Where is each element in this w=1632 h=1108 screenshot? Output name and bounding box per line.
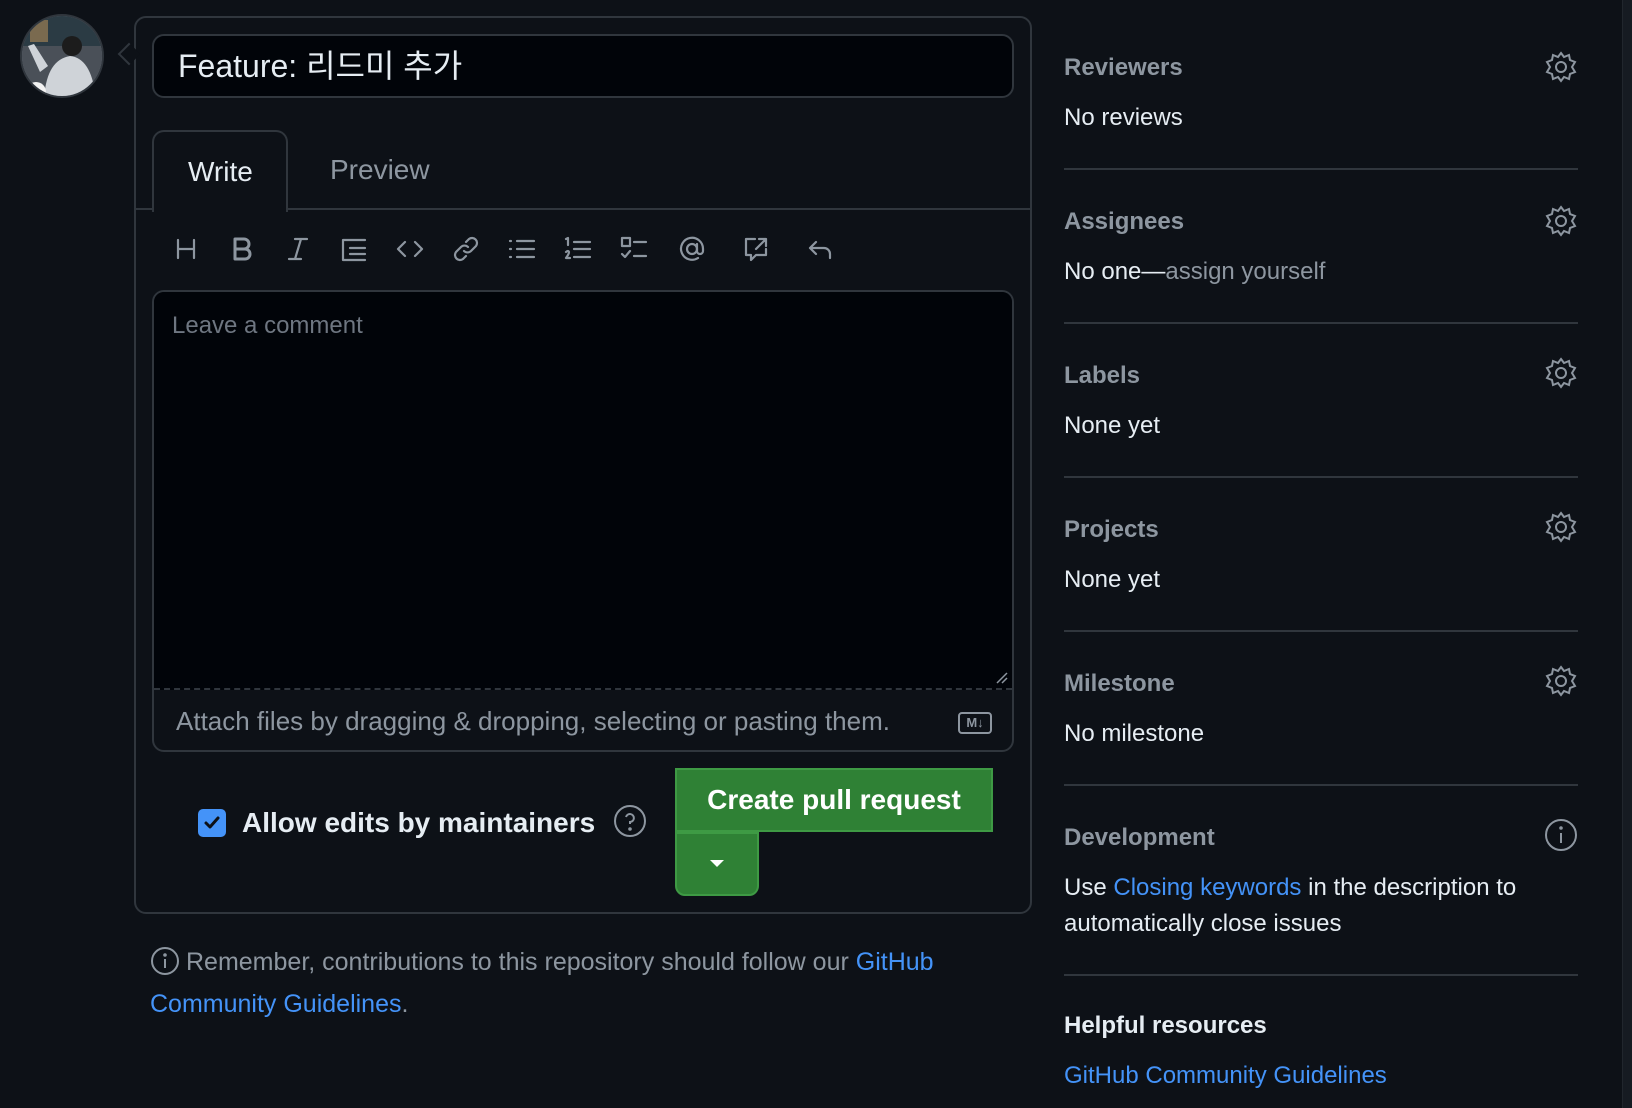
scrollbar[interactable] (1622, 0, 1632, 1108)
divider (1064, 784, 1578, 786)
divider (1064, 974, 1578, 976)
divider (1064, 476, 1578, 478)
pull-request-page: Feature: 리드미 추가 Write Preview Leave a co… (0, 0, 1632, 1108)
reviewers-value: No reviews (1064, 104, 1183, 131)
labels-value: None yet (1064, 412, 1161, 439)
mention-icon[interactable] (670, 226, 714, 272)
assignees-gear-icon[interactable] (1544, 204, 1578, 238)
italic-icon[interactable] (276, 226, 320, 272)
quote-icon[interactable] (332, 226, 376, 272)
allow-edits-row: Allow edits by maintainers (198, 804, 647, 843)
milestone-value: No milestone (1064, 720, 1205, 747)
projects-value: None yet (1064, 566, 1161, 593)
title-input[interactable]: Feature: 리드미 추가 (152, 34, 1014, 98)
help-icon[interactable] (613, 804, 647, 843)
resize-handle[interactable] (994, 670, 1008, 684)
development-title: Development (1064, 824, 1215, 851)
contribution-reminder: Remember, contributions to this reposito… (150, 944, 980, 1022)
code-icon[interactable] (388, 226, 432, 272)
link-icon[interactable] (444, 226, 488, 272)
labels-gear-icon[interactable] (1544, 356, 1578, 390)
assignees-value: No one—assign yourself (1064, 254, 1578, 290)
resources-value: GitHub Community Guidelines (1064, 1058, 1578, 1094)
heading-icon[interactable] (164, 226, 208, 272)
comment-placeholder: Leave a comment (172, 312, 363, 339)
avatar-image (22, 16, 102, 96)
create-pull-request-button[interactable]: Create pull request (675, 768, 993, 832)
reviewers-title[interactable]: Reviewers (1064, 54, 1183, 82)
task-list-icon[interactable] (612, 226, 656, 272)
closing-keywords-link[interactable]: Closing keywords (1113, 874, 1301, 901)
development-text-prefix: Use (1064, 874, 1114, 901)
bold-icon[interactable] (220, 226, 264, 272)
info-icon (150, 946, 180, 986)
divider (1064, 322, 1578, 324)
divider (1064, 168, 1578, 170)
divider (1064, 630, 1578, 632)
reply-icon[interactable] (798, 226, 842, 272)
allow-edits-label[interactable]: Allow edits by maintainers (242, 807, 595, 839)
development-value: Use Closing keywords in the description … (1064, 870, 1578, 942)
labels-title[interactable]: Labels (1064, 362, 1140, 390)
projects-title[interactable]: Projects (1064, 516, 1159, 544)
avatar[interactable] (20, 14, 104, 98)
helpful-resources-title: Helpful resources (1064, 1012, 1267, 1039)
reminder-end: . (401, 990, 409, 1018)
numbered-list-icon[interactable] (556, 226, 600, 272)
comment-textarea[interactable]: Leave a comment (154, 292, 1012, 690)
create-options-dropdown[interactable] (675, 832, 759, 896)
comment-box: Leave a comment Attach files by dragging… (152, 290, 1014, 752)
markdown-icon[interactable]: M↓ (958, 712, 992, 734)
cross-reference-icon[interactable] (734, 226, 778, 272)
tab-write[interactable]: Write (152, 130, 288, 212)
allow-edits-checkbox[interactable] (198, 809, 226, 837)
check-icon (204, 816, 220, 829)
projects-gear-icon[interactable] (1544, 510, 1578, 544)
development-info-icon[interactable] (1544, 818, 1578, 852)
bullet-list-icon[interactable] (500, 226, 544, 272)
milestone-title[interactable]: Milestone (1064, 670, 1175, 698)
attach-files-text[interactable]: Attach files by dragging & dropping, sel… (176, 706, 890, 737)
tab-preview[interactable]: Preview (296, 130, 464, 210)
guidelines-resource-link[interactable]: GitHub Community Guidelines (1064, 1062, 1387, 1089)
milestone-gear-icon[interactable] (1544, 664, 1578, 698)
reminder-text: Remember, contributions to this reposito… (186, 948, 856, 976)
assign-yourself-link[interactable]: assign yourself (1165, 258, 1325, 285)
assignees-title[interactable]: Assignees (1064, 208, 1184, 236)
reviewers-gear-icon[interactable] (1544, 50, 1578, 84)
caret-down-icon (710, 860, 724, 867)
assignees-none: No one— (1064, 258, 1166, 285)
